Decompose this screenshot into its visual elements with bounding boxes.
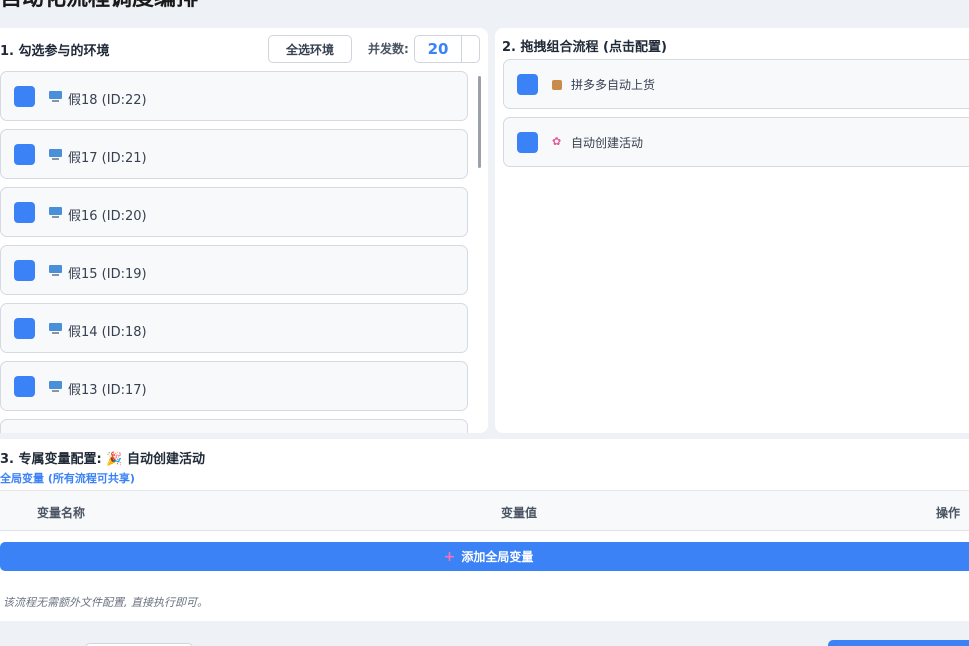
env-item[interactable]: 假16 (ID:20) [0,187,468,237]
col-var-name: 变量名称 [37,506,86,520]
stepper-control[interactable] [461,36,479,62]
env-label: 假17 (ID:21) [68,151,147,166]
global-vars-label[interactable]: 全局变量 (所有流程可共享) [0,470,135,486]
package-icon [552,80,562,90]
concurrency-stepper [414,35,480,63]
env-item-partial[interactable] [0,419,468,433]
env-item[interactable]: 假13 (ID:17) [0,361,468,411]
flow-panel-title: 2. 拖拽组合流程 (点击配置) [502,40,667,55]
monitor-icon [49,149,62,160]
flow-list: 拼多多自动上货 ✿ 自动创建活动 [503,59,969,175]
env-list-scrollbar[interactable] [478,76,481,168]
env-item[interactable]: 假17 (ID:21) [0,129,468,179]
env-checkbox[interactable] [14,376,35,397]
env-label: 假13 (ID:17) [68,383,147,398]
party-popper-icon: ✿ [552,135,562,148]
env-panel-title: 1. 勾选参与的环境 [0,44,110,59]
flow-checkbox[interactable] [517,132,538,153]
concurrency-label: 并发数: [368,42,409,56]
flow-panel: 2. 拖拽组合流程 (点击配置) 拼多多自动上货 ✿ 自动创建活动 [495,28,969,433]
concurrency-input[interactable] [415,36,461,62]
add-global-var-label: 添加全局变量 [461,550,534,564]
monitor-icon [49,323,62,334]
monitor-icon [49,265,62,276]
env-label: 假14 (ID:18) [68,325,147,340]
env-checkbox[interactable] [14,86,35,107]
monitor-icon [49,91,62,102]
flow-item[interactable]: 拼多多自动上货 [503,59,969,109]
env-checkbox[interactable] [14,202,35,223]
footer-primary-button[interactable] [828,640,969,646]
env-item[interactable]: 假14 (ID:18) [0,303,468,353]
env-list: 假18 (ID:22) 假17 (ID:21) 假16 (ID:20) 假15 … [0,71,470,433]
page-title: 自动化流程调度编排 [0,0,198,12]
monitor-icon [49,381,62,392]
add-global-var-button[interactable]: + 添加全局变量 [0,542,969,571]
flow-label: 自动创建活动 [571,136,644,150]
col-actions: 操作 [936,506,961,520]
vars-panel: 3. 专属变量配置: 🎉 自动创建活动 全局变量 (所有流程可共享) 变量名称 … [0,439,969,621]
no-config-note: 该流程无需额外文件配置, 直接执行即可。 [3,596,208,609]
env-item[interactable]: 假15 (ID:19) [0,245,468,295]
flow-checkbox[interactable] [517,74,538,95]
plus-icon: + [443,548,456,565]
env-checkbox[interactable] [14,318,35,339]
col-var-value: 变量值 [501,506,538,520]
env-label: 假18 (ID:22) [68,93,147,108]
var-table-header: 变量名称 变量值 操作 [0,490,969,531]
env-label: 假15 (ID:19) [68,267,147,282]
env-checkbox[interactable] [14,144,35,165]
env-checkbox[interactable] [14,260,35,281]
flow-label: 拼多多自动上货 [571,78,656,92]
monitor-icon [49,207,62,218]
env-item[interactable]: 假18 (ID:22) [0,71,468,121]
env-label: 假16 (ID:20) [68,209,147,224]
vars-panel-title: 3. 专属变量配置: 🎉 自动创建活动 [0,452,205,467]
flow-item[interactable]: ✿ 自动创建活动 [503,117,969,167]
env-panel: 1. 勾选参与的环境 全选环境 并发数: 假18 (ID:22) 假17 (ID… [0,28,488,433]
select-all-button[interactable]: 全选环境 [268,35,352,63]
